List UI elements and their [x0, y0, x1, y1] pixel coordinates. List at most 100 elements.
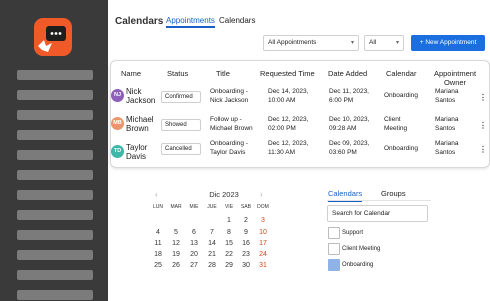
owner-cell-line2: Santos: [435, 149, 456, 156]
sidebar-item[interactable]: [17, 110, 93, 120]
calendar-day[interactable]: 3: [255, 217, 271, 224]
next-month-icon[interactable]: ›: [260, 190, 263, 199]
calendar-day[interactable]: 22: [221, 251, 237, 258]
checkbox-label: Support: [342, 230, 364, 236]
status-filter-select[interactable]: All ▾: [364, 35, 404, 51]
column-header-date-added: Date Added: [328, 69, 368, 78]
owner-cell-line2: Santos: [435, 97, 456, 104]
requested-time-cell: Dec 12, 2023,: [268, 140, 309, 147]
status-select[interactable]: Confirmed: [161, 91, 201, 103]
status-select[interactable]: Cancelled: [161, 143, 201, 155]
calendar-day[interactable]: 17: [255, 240, 271, 247]
contact-first-name[interactable]: Nick: [126, 87, 142, 96]
sidebar-item[interactable]: [17, 290, 93, 300]
owner-cell: Mariana: [435, 88, 459, 95]
checkbox-label: Client Meeting: [342, 246, 381, 252]
onboarding-checkbox[interactable]: [328, 259, 340, 271]
client-meeting-checkbox[interactable]: [328, 243, 340, 255]
row-menu-icon[interactable]: ⋮: [479, 121, 487, 130]
sidebar-item[interactable]: [17, 70, 93, 80]
owner-cell: Mariana: [435, 140, 459, 147]
calendar-day[interactable]: 29: [221, 262, 237, 269]
contact-last-name[interactable]: Jackson: [126, 96, 155, 105]
calendar-day[interactable]: 11: [150, 240, 166, 247]
title-cell-line2: Taylor Davis: [210, 149, 246, 156]
calendar-day[interactable]: 5: [168, 229, 184, 236]
requested-time-cell-line2: 02:00 PM: [268, 125, 296, 132]
avatar: MB: [111, 117, 124, 130]
sidebar-item[interactable]: [17, 210, 93, 220]
sidebar-item[interactable]: [17, 90, 93, 100]
calendar-day[interactable]: 12: [168, 240, 184, 247]
row-menu-icon[interactable]: ⋮: [479, 93, 487, 102]
sidebar-item[interactable]: [17, 190, 93, 200]
sidebar-item[interactable]: [17, 170, 93, 180]
appointments-filter-select[interactable]: All Appointments ▾: [263, 35, 359, 51]
avatar: TD: [111, 145, 124, 158]
calendar-day[interactable]: 4: [150, 229, 166, 236]
sidebar-item[interactable]: [17, 270, 93, 280]
support-checkbox[interactable]: [328, 227, 340, 239]
tab-groups[interactable]: Groups: [381, 189, 406, 198]
calendar-day[interactable]: 10: [255, 229, 271, 236]
weekday-label: MAR: [170, 204, 182, 210]
calendar-day[interactable]: 15: [221, 240, 237, 247]
contact-first-name[interactable]: Taylor: [126, 143, 147, 152]
calendar-day[interactable]: 20: [186, 251, 202, 258]
avatar: NJ: [111, 89, 124, 102]
status-filter-value: All: [369, 39, 377, 46]
contact-first-name[interactable]: Michael: [126, 115, 154, 124]
calendar-day[interactable]: 25: [150, 262, 166, 269]
weekday-label: SAB: [240, 204, 251, 210]
calendar-day[interactable]: 23: [238, 251, 254, 258]
calendar-day[interactable]: 19: [168, 251, 184, 258]
status-select[interactable]: Showed: [161, 119, 201, 131]
requested-time-cell-line2: 10:00 AM: [268, 97, 296, 104]
calendar-day[interactable]: 1: [221, 217, 237, 224]
tab-calendars[interactable]: Calendars: [219, 16, 255, 25]
sidebar-item[interactable]: [17, 150, 93, 160]
calendar-day[interactable]: 30: [238, 262, 254, 269]
sidebar-item[interactable]: [17, 130, 93, 140]
sidebar-item[interactable]: [17, 230, 93, 240]
row-menu-icon[interactable]: ⋮: [479, 145, 487, 154]
column-header-status: Status: [167, 69, 189, 78]
sidebar: [0, 0, 108, 301]
tab-appointments[interactable]: Appointments: [166, 16, 215, 28]
date-added-cell: Dec 09, 2023,: [329, 140, 370, 147]
new-appointment-button[interactable]: + New Appointment: [411, 35, 485, 51]
calendar-cell: Onboarding: [384, 92, 418, 99]
sidebar-item[interactable]: [17, 250, 93, 260]
calendar-day[interactable]: 16: [238, 240, 254, 247]
calendar-day[interactable]: 7: [204, 229, 220, 236]
weekday-label: LUN: [152, 204, 163, 210]
calendar-day[interactable]: 14: [204, 240, 220, 247]
contact-last-name[interactable]: Brown: [126, 124, 149, 133]
appointments-filter-value: All Appointments: [268, 39, 317, 46]
calendar-day[interactable]: 26: [168, 262, 184, 269]
calendar-day[interactable]: 28: [204, 262, 220, 269]
calendar-day[interactable]: 2: [238, 217, 254, 224]
column-header-title: Title: [216, 69, 230, 78]
calendar-cell: Onboarding: [384, 145, 418, 152]
column-header-name: Name: [121, 69, 142, 78]
calendar-day[interactable]: 21: [204, 251, 220, 258]
calendar-day[interactable]: 24: [255, 251, 271, 258]
calendar-day[interactable]: 8: [221, 229, 237, 236]
prev-month-icon[interactable]: ‹: [155, 190, 158, 199]
requested-time-cell: Dec 12, 2023,: [268, 116, 309, 123]
calendar-day[interactable]: 31: [255, 262, 271, 269]
calendar-day[interactable]: 13: [186, 240, 202, 247]
app-logo[interactable]: [32, 16, 74, 58]
calendar-search-input[interactable]: Search for Calendar: [327, 205, 428, 222]
calendar-day[interactable]: 9: [238, 229, 254, 236]
calendar-cell-line2: Meeting: [384, 125, 408, 132]
calendar-day[interactable]: 18: [150, 251, 166, 258]
calendar-day[interactable]: 6: [186, 229, 202, 236]
date-added-cell-line2: 03:60 PM: [329, 149, 357, 156]
calendar-day[interactable]: 27: [186, 262, 202, 269]
contact-last-name[interactable]: Davis: [126, 152, 146, 161]
weekday-label: JUE: [207, 204, 217, 210]
tab-divider: [327, 200, 431, 201]
title-cell-line2: Nick Jackson: [210, 97, 249, 104]
